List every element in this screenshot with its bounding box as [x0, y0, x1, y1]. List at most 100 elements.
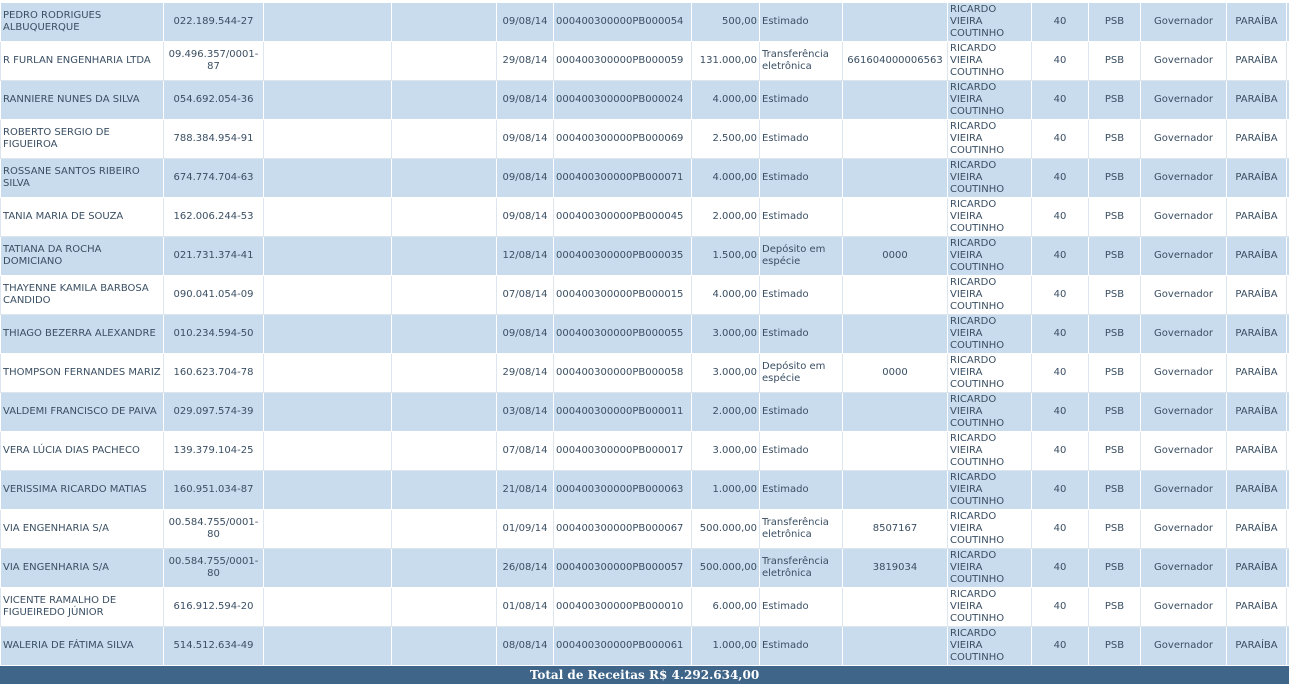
cell-cargo: Governador	[1140, 431, 1227, 471]
cell-uf: PARAÍBA	[1226, 119, 1287, 159]
cell-empty-a	[263, 41, 392, 81]
cell-especie: Estimado	[759, 587, 843, 627]
table-row: VIA ENGENHARIA S/A 00.584.755/0001-80 26/0…	[0, 548, 1289, 588]
cell-candidato: RICARDO VIEIRA COUTINHO	[947, 353, 1032, 393]
cell-empty-a	[263, 197, 392, 237]
cell-nome: VICENTE RAMALHO DE FIGUEIREDO JÚNIOR	[0, 587, 164, 627]
cell-documento	[842, 2, 948, 42]
cell-empty-b	[391, 2, 497, 42]
cell-data: 09/08/14	[496, 197, 554, 237]
cell-nome: VIA ENGENHARIA S/A	[0, 548, 164, 588]
cell-partido: PSB	[1088, 431, 1141, 471]
cell-empty-a	[263, 158, 392, 198]
cell-partido: PSB	[1088, 2, 1141, 42]
cell-especie: Depósito em espécie	[759, 236, 843, 276]
cell-nome: THAYENNE KAMILA BARBOSA CANDIDO	[0, 275, 164, 315]
cell-recibo: 000400300000PB000071	[553, 158, 692, 198]
cell-cpf-cnpj: 029.097.574-39	[163, 392, 264, 432]
table-row: PEDRO RODRIGUES ALBUQUERQUE 022.189.544-2…	[0, 2, 1289, 42]
cell-empty-b	[391, 587, 497, 627]
cell-empty-a	[263, 80, 392, 120]
cell-nome: VERISSIMA RICARDO MATIAS	[0, 470, 164, 510]
cell-empty-b	[391, 470, 497, 510]
cell-recibo: 000400300000PB000017	[553, 431, 692, 471]
cell-valor: 2.000,00	[691, 392, 760, 432]
cell-recibo: 000400300000PB000024	[553, 80, 692, 120]
cell-uf: PARAÍBA	[1226, 275, 1287, 315]
cell-cargo: Governador	[1140, 158, 1227, 198]
cell-uf: PARAÍBA	[1226, 509, 1287, 549]
cell-nome: ROBERTO SERGIO DE FIGUEIROA	[0, 119, 164, 159]
cell-cpf-cnpj: 00.584.755/0001-80	[163, 509, 264, 549]
cell-numero: 40	[1031, 626, 1089, 666]
cell-nome: RANNIERE NUNES DA SILVA	[0, 80, 164, 120]
cell-uf: PARAÍBA	[1226, 470, 1287, 510]
cell-cargo: Governador	[1140, 353, 1227, 393]
cell-empty-a	[263, 431, 392, 471]
cell-empty-a	[263, 2, 392, 42]
cell-valor: 1.000,00	[691, 470, 760, 510]
cell-cargo: Governador	[1140, 392, 1227, 432]
cell-numero: 40	[1031, 470, 1089, 510]
cell-candidato: RICARDO VIEIRA COUTINHO	[947, 2, 1032, 42]
cell-especie: Estimado	[759, 431, 843, 471]
cell-especie: Estimado	[759, 158, 843, 198]
cell-empty-a	[263, 587, 392, 627]
cell-empty-b	[391, 548, 497, 588]
cell-cpf-cnpj: 054.692.054-36	[163, 80, 264, 120]
receitas-table: PEDRO RODRIGUES ALBUQUERQUE 022.189.544-2…	[0, 2, 1289, 666]
cell-especie: Estimado	[759, 314, 843, 354]
cell-numero: 40	[1031, 2, 1089, 42]
cell-data: 09/08/14	[496, 119, 554, 159]
cell-documento: 8507167	[842, 509, 948, 549]
cell-empty-b	[391, 236, 497, 276]
cell-nome: THIAGO BEZERRA ALEXANDRE	[0, 314, 164, 354]
table-row: THIAGO BEZERRA ALEXANDRE 010.234.594-50 09…	[0, 314, 1289, 354]
cell-nome: VIA ENGENHARIA S/A	[0, 509, 164, 549]
cell-empty-a	[263, 470, 392, 510]
cell-recibo: 000400300000PB000069	[553, 119, 692, 159]
cell-documento	[842, 119, 948, 159]
cell-candidato: RICARDO VIEIRA COUTINHO	[947, 236, 1032, 276]
cell-cpf-cnpj: 160.623.704-78	[163, 353, 264, 393]
table-row: TANIA MARIA DE SOUZA 162.006.244-53 09/08/…	[0, 197, 1289, 237]
cell-documento: 661604000006563	[842, 41, 948, 81]
cell-partido: PSB	[1088, 587, 1141, 627]
cell-cargo: Governador	[1140, 275, 1227, 315]
cell-empty-b	[391, 353, 497, 393]
table-row: TATIANA DA ROCHA DOMICIANO 021.731.374-41…	[0, 236, 1289, 276]
table-row: THOMPSON FERNANDES MARIZ 160.623.704-78 29…	[0, 353, 1289, 393]
cell-data: 26/08/14	[496, 548, 554, 588]
cell-recibo: 000400300000PB000054	[553, 2, 692, 42]
cell-uf: PARAÍBA	[1226, 41, 1287, 81]
cell-documento: 0000	[842, 236, 948, 276]
table-row: ROSSANE SANTOS RIBEIRO SILVA 674.774.704-…	[0, 158, 1289, 198]
cell-nome: TATIANA DA ROCHA DOMICIANO	[0, 236, 164, 276]
cell-numero: 40	[1031, 80, 1089, 120]
cell-data: 09/08/14	[496, 80, 554, 120]
cell-numero: 40	[1031, 548, 1089, 588]
table-row: VERISSIMA RICARDO MATIAS 160.951.034-87 21…	[0, 470, 1289, 510]
cell-uf: PARAÍBA	[1226, 236, 1287, 276]
cell-valor: 2.000,00	[691, 197, 760, 237]
cell-data: 07/08/14	[496, 275, 554, 315]
cell-candidato: RICARDO VIEIRA COUTINHO	[947, 314, 1032, 354]
cell-candidato: RICARDO VIEIRA COUTINHO	[947, 587, 1032, 627]
cell-partido: PSB	[1088, 509, 1141, 549]
cell-candidato: RICARDO VIEIRA COUTINHO	[947, 470, 1032, 510]
cell-partido: PSB	[1088, 236, 1141, 276]
table-row: VALDEMI FRANCISCO DE PAIVA 029.097.574-39…	[0, 392, 1289, 432]
cell-uf: PARAÍBA	[1226, 626, 1287, 666]
cell-cargo: Governador	[1140, 197, 1227, 237]
cell-numero: 40	[1031, 587, 1089, 627]
cell-nome: WALERIA DE FÁTIMA SILVA	[0, 626, 164, 666]
cell-uf: PARAÍBA	[1226, 2, 1287, 42]
cell-recibo: 000400300000PB000045	[553, 197, 692, 237]
cell-empty-a	[263, 314, 392, 354]
cell-uf: PARAÍBA	[1226, 548, 1287, 588]
cell-data: 12/08/14	[496, 236, 554, 276]
cell-empty-a	[263, 509, 392, 549]
cell-cargo: Governador	[1140, 2, 1227, 42]
total-receitas-label: Total de Receitas R$ 4.292.634,00	[529, 668, 760, 682]
cell-empty-b	[391, 431, 497, 471]
